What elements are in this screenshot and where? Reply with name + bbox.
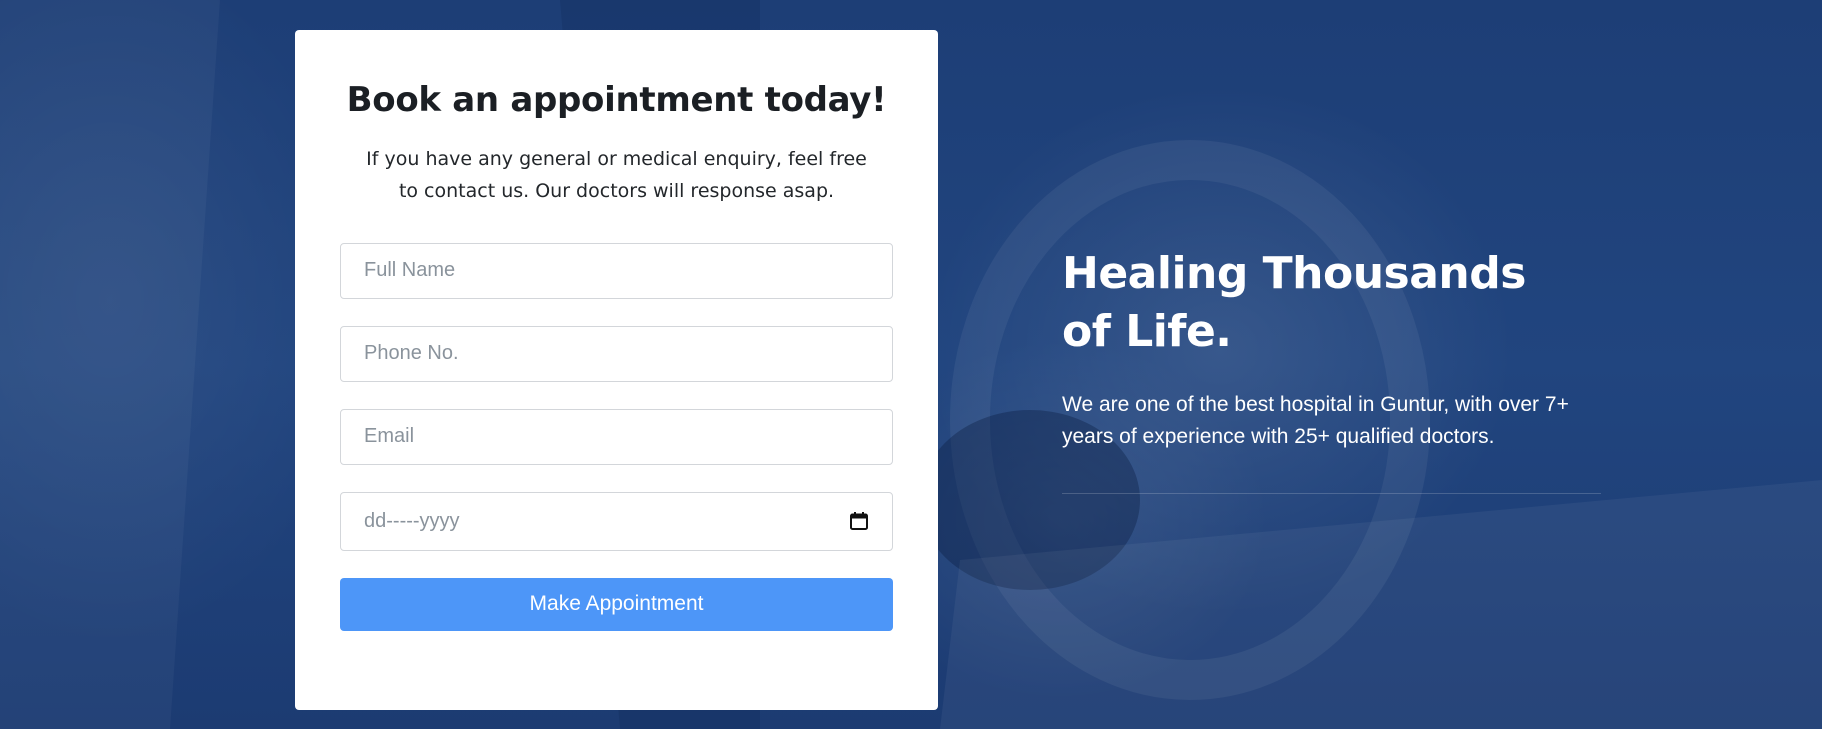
date-input[interactable]: dd-----yyyy [340,491,893,551]
phone-placeholder: Phone No. [364,342,459,365]
info-divider [1062,493,1601,494]
info-text: We are one of the best hospital in Guntu… [1062,393,1569,448]
appointment-card: Book an appointment today! If you have a… [295,30,938,710]
full-name-placeholder: Full Name [364,259,456,282]
info-title: Healing Thousands of Life. [1062,248,1526,357]
appointment-form: Full Name Phone No. Email dd-----yyyy [340,242,893,551]
full-name-input[interactable]: Full Name [340,242,893,299]
phone-input[interactable]: Phone No. [340,325,893,382]
appointment-description: If you have any general or medical enqui… [366,147,867,202]
calendar-icon[interactable] [849,511,869,531]
date-placeholder: dd-----yyyy [364,509,460,532]
email-input[interactable]: Email [340,408,893,465]
appointment-title: Book an appointment today! [346,80,887,120]
email-placeholder: Email [364,425,415,448]
make-appointment-button[interactable]: Make Appointment [340,577,893,631]
info-section: Healing Thousands of Life. We are one of… [1062,245,1622,453]
